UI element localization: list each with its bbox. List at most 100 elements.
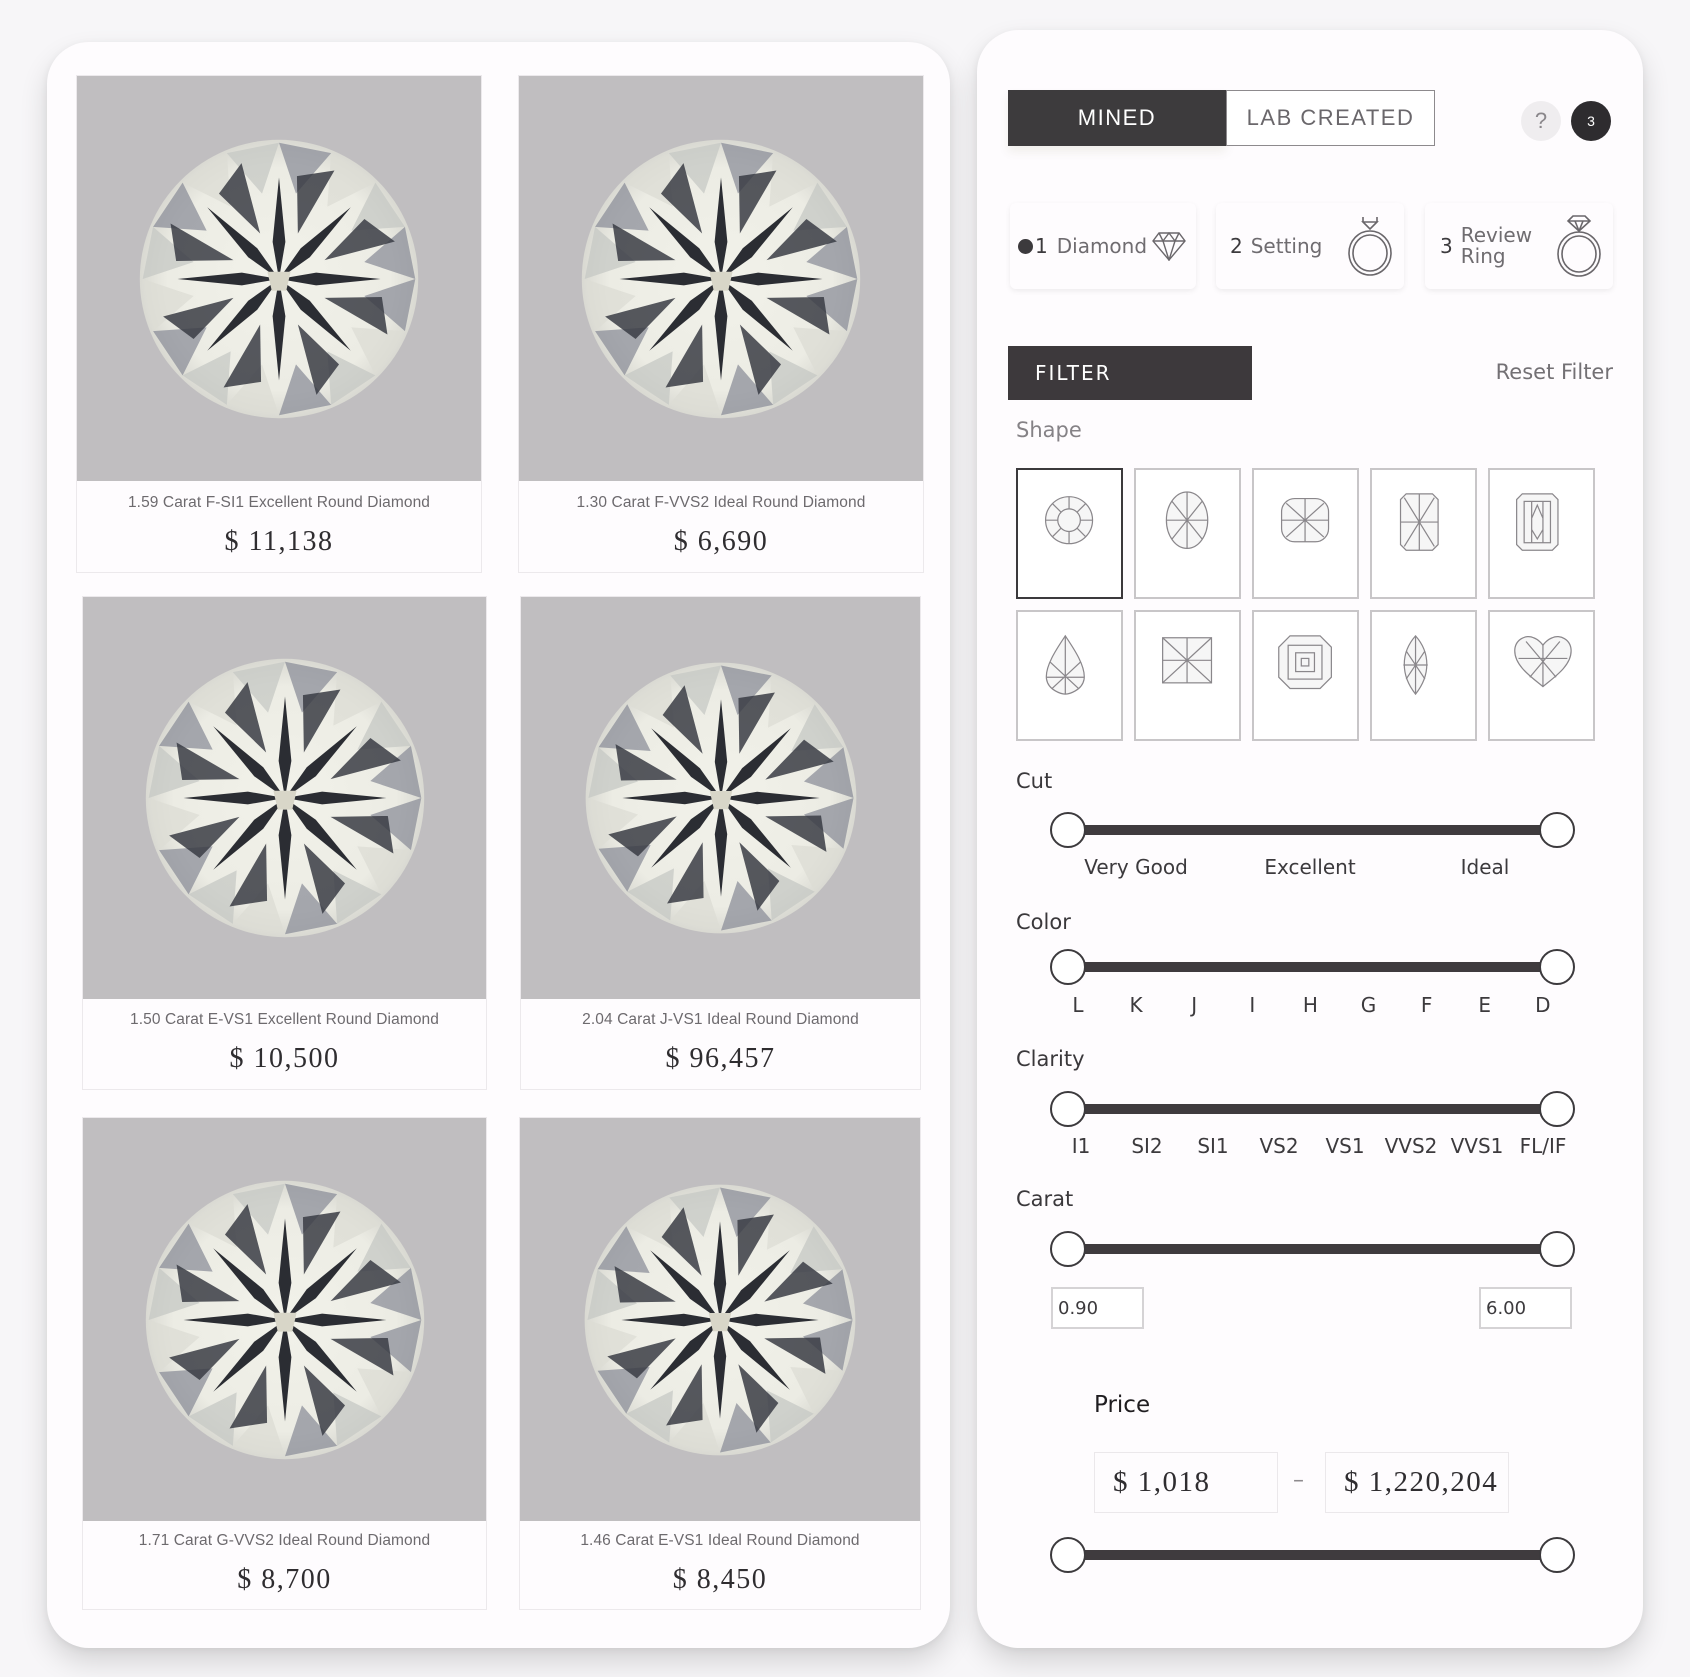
price-min-input[interactable]: $ 1,018	[1094, 1452, 1278, 1513]
round-shape-icon	[1044, 496, 1093, 545]
mined-toggle-button[interactable]: MINED	[1008, 90, 1226, 146]
price-max-input[interactable]: $ 1,220,204	[1325, 1452, 1509, 1513]
price-slider[interactable]	[1050, 1537, 1575, 1573]
ring-with-diamond-icon	[1557, 215, 1601, 277]
product-title[interactable]: 1.59 Carat F-SI1 Excellent Round Diamond	[77, 494, 481, 512]
step-review-ring[interactable]: 3 Review Ring	[1425, 203, 1613, 289]
product-card[interactable]: 1.71 Carat G-VVS2 Ideal Round Diamond $ …	[82, 1117, 487, 1610]
clarity-tick-label: VVS1	[1450, 1134, 1504, 1158]
diamond-photo	[145, 658, 424, 938]
cut-tick-label: Excellent	[1264, 855, 1356, 879]
carat-slider-max-handle[interactable]	[1539, 1231, 1575, 1267]
clarity-slider-max-handle[interactable]	[1539, 1091, 1575, 1127]
diamond-photo	[584, 1184, 856, 1455]
color-tick-label: H	[1302, 993, 1318, 1017]
marquise-shape-icon	[1402, 635, 1428, 696]
shape-option-emerald[interactable]	[1488, 468, 1595, 599]
product-price: $ 6,690	[673, 526, 769, 557]
cut-slider-min-handle[interactable]	[1050, 812, 1086, 848]
product-price: $ 10,500	[229, 1043, 340, 1074]
color-tick-label: D	[1535, 993, 1551, 1017]
cushion-shape-icon	[1280, 498, 1329, 543]
diamond-photo	[139, 139, 419, 418]
clarity-tick-label: VS2	[1259, 1134, 1299, 1158]
product-image[interactable]	[77, 76, 481, 481]
product-card[interactable]: 2.04 Carat J-VS1 Ideal Round Diamond $ 9…	[520, 596, 921, 1090]
clarity-tick-label: FL/IF	[1519, 1134, 1567, 1158]
shape-option-radiant[interactable]	[1370, 468, 1477, 599]
step-diamond[interactable]: 1 Diamond	[1010, 203, 1196, 289]
product-price: $ 8,450	[672, 1564, 768, 1595]
product-title[interactable]: 2.04 Carat J-VS1 Ideal Round Diamond	[521, 1011, 920, 1029]
active-step-dot-icon	[1018, 238, 1033, 254]
help-icon: ?	[1534, 108, 1548, 133]
clarity-tick-label: VS1	[1325, 1134, 1365, 1158]
product-card[interactable]: 1.30 Carat F-VVS2 Ideal Round Diamond $ …	[518, 75, 924, 573]
product-title[interactable]: 1.71 Carat G-VVS2 Ideal Round Diamond	[83, 1532, 486, 1550]
emerald-shape-icon	[1515, 493, 1559, 552]
color-slider-max-handle[interactable]	[1539, 949, 1575, 985]
shape-option-marquise[interactable]	[1370, 610, 1477, 741]
clarity-slider[interactable]	[1050, 1091, 1575, 1127]
carat-slider-min-handle[interactable]	[1050, 1231, 1086, 1267]
price-label: Price	[1094, 1392, 1151, 1418]
color-tick-label: E	[1478, 993, 1492, 1017]
color-slider-min-handle[interactable]	[1050, 949, 1086, 985]
shape-option-heart[interactable]	[1488, 610, 1595, 741]
asscher-shape-icon	[1277, 635, 1332, 690]
shape-option-pear[interactable]	[1016, 610, 1123, 741]
step-label-line1: Review	[1460, 223, 1533, 247]
shape-option-asscher[interactable]	[1252, 610, 1359, 741]
cut-tick-label: Very Good	[1084, 855, 1188, 879]
price-slider-max-handle[interactable]	[1539, 1537, 1575, 1573]
product-title[interactable]: 1.30 Carat F-VVS2 Ideal Round Diamond	[519, 494, 923, 512]
carat-slider[interactable]	[1050, 1231, 1575, 1267]
product-image[interactable]	[520, 1118, 920, 1521]
product-image[interactable]	[521, 597, 920, 999]
diamond-photo	[145, 1180, 424, 1459]
cut-tick-label: Ideal	[1460, 855, 1510, 879]
step-label: Review Ring	[1461, 225, 1532, 267]
price-slider-min-handle[interactable]	[1050, 1537, 1086, 1573]
radiant-shape-icon	[1399, 493, 1439, 552]
help-button[interactable]: ?	[1521, 101, 1561, 141]
product-card[interactable]: 1.50 Carat E-VS1 Excellent Round Diamond…	[82, 596, 487, 1090]
price-range-separator: –	[1293, 1468, 1304, 1493]
pear-shape-icon	[1045, 635, 1085, 696]
cut-label: Cut	[1016, 769, 1053, 793]
carat-max-input[interactable]: 6.00	[1479, 1287, 1572, 1329]
product-title[interactable]: 1.46 Carat E-VS1 Ideal Round Diamond	[520, 1532, 920, 1550]
step-number: 2	[1230, 234, 1243, 258]
carat-label: Carat	[1016, 1187, 1074, 1211]
carat-min-input[interactable]: 0.90	[1051, 1287, 1144, 1329]
color-tick-label: G	[1360, 993, 1377, 1017]
product-image[interactable]	[83, 597, 486, 999]
reset-filter-link[interactable]: Reset Filter	[1496, 360, 1613, 384]
shape-option-round[interactable]	[1016, 468, 1123, 599]
product-card[interactable]: 1.46 Carat E-VS1 Ideal Round Diamond $ 8…	[519, 1117, 921, 1610]
product-price: $ 8,700	[237, 1564, 332, 1595]
product-image[interactable]	[519, 76, 923, 481]
diamond-photo	[585, 662, 856, 934]
product-price: $ 11,138	[224, 526, 334, 557]
ring-setting-icon	[1348, 217, 1392, 276]
shape-option-cushion[interactable]	[1252, 468, 1359, 599]
product-card[interactable]: 1.59 Carat F-SI1 Excellent Round Diamond…	[76, 75, 482, 573]
color-tick-label: I	[1249, 993, 1256, 1017]
diamond-icon	[1152, 231, 1186, 261]
lab-created-toggle-button[interactable]: LAB CREATED	[1226, 90, 1435, 146]
shape-option-princess[interactable]	[1134, 610, 1241, 741]
product-title[interactable]: 1.50 Carat E-VS1 Excellent Round Diamond	[83, 1011, 486, 1029]
cut-slider-max-handle[interactable]	[1539, 812, 1575, 848]
clarity-slider-min-handle[interactable]	[1050, 1091, 1086, 1127]
product-image[interactable]	[83, 1118, 486, 1521]
step-label-line2: Ring	[1460, 244, 1506, 268]
shape-label: Shape	[1016, 418, 1082, 442]
count-badge[interactable]: 3	[1571, 101, 1611, 141]
color-slider[interactable]	[1050, 949, 1575, 985]
cut-slider[interactable]	[1050, 812, 1575, 848]
step-setting[interactable]: 2 Setting	[1216, 203, 1404, 289]
color-tick-label: L	[1072, 993, 1084, 1017]
shape-option-oval[interactable]	[1134, 468, 1241, 599]
step-label: Setting	[1250, 233, 1323, 258]
